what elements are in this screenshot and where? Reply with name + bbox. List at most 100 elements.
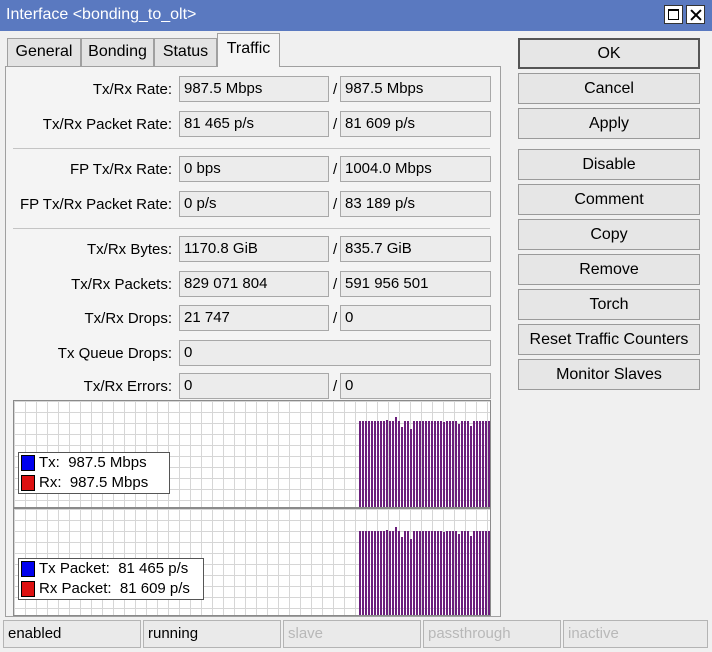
maximize-icon[interactable] <box>664 5 683 24</box>
fp-tx-packet-rate-field: 0 p/s <box>179 191 329 217</box>
divider <box>13 228 490 229</box>
tab-traffic[interactable]: Traffic <box>217 33 280 67</box>
interface-window: Interface <bonding_to_olt> General Bondi… <box>0 0 712 652</box>
tx-queue-drops-label: Tx Queue Drops: <box>57 345 172 362</box>
rate-graph-legend: Tx: 987.5 Mbps Rx: 987.5 Mbps <box>18 452 170 494</box>
copy-button[interactable]: Copy <box>518 219 700 250</box>
graph-bar <box>377 421 379 507</box>
legend-rx-packet-label: Rx Packet: <box>39 580 112 597</box>
graph-bar <box>428 421 430 507</box>
traffic-rate-graph: Tx: 987.5 Mbps Rx: 987.5 Mbps <box>13 400 491 508</box>
txrx-errors-label: Tx/Rx Errors: <box>83 378 172 395</box>
comment-button[interactable]: Comment <box>518 184 700 215</box>
rx-bytes-field: 835.7 GiB <box>340 236 491 262</box>
graph-bar <box>443 422 445 507</box>
tx-errors-field: 0 <box>179 373 329 399</box>
tx-color-swatch <box>21 455 35 471</box>
reset-traffic-counters-button[interactable]: Reset Traffic Counters <box>518 324 700 355</box>
graph-bar <box>479 421 481 507</box>
graph-bar <box>362 531 364 615</box>
title-bar[interactable]: Interface <bonding_to_olt> <box>0 0 712 31</box>
legend-tx-label: Tx: <box>39 454 60 471</box>
graph-bar <box>458 424 460 507</box>
graph-bar <box>410 539 412 615</box>
graph-bar <box>473 421 475 507</box>
close-icon[interactable] <box>686 5 705 24</box>
cancel-button[interactable]: Cancel <box>518 73 700 104</box>
graph-bar <box>452 531 454 615</box>
tx-packet-rate-field: 81 465 p/s <box>179 111 329 137</box>
graph-bar <box>401 537 403 615</box>
disable-button[interactable]: Disable <box>518 149 700 180</box>
graph-bar <box>386 420 388 507</box>
graph-bar <box>437 531 439 615</box>
graph-bar <box>389 421 391 507</box>
packet-graph-legend: Tx Packet: 81 465 p/s Rx Packet: 81 609 … <box>18 558 204 600</box>
graph-bar <box>488 421 490 507</box>
status-slave: slave <box>283 620 421 648</box>
graph-bar <box>368 421 370 507</box>
tx-bytes-field: 1170.8 GiB <box>179 236 329 262</box>
graph-bar <box>464 531 466 615</box>
txrx-rate-label: Tx/Rx Rate: <box>92 81 172 98</box>
rx-packets-field: 591 956 501 <box>340 271 491 297</box>
graph-bar <box>485 531 487 615</box>
apply-button[interactable]: Apply <box>518 108 700 139</box>
graph-bar <box>374 421 376 507</box>
graph-bar <box>416 531 418 615</box>
separator-slash: / <box>333 276 338 293</box>
graph-bar <box>389 531 391 615</box>
graph-bar <box>383 531 385 615</box>
graph-bar <box>446 421 448 507</box>
txrx-bytes-label: Tx/Rx Bytes: <box>86 241 172 258</box>
rx-color-swatch <box>21 475 35 491</box>
graph-bar <box>434 531 436 615</box>
graph-bar <box>467 421 469 507</box>
tab-bonding[interactable]: Bonding <box>81 38 154 66</box>
legend-tx-packet-label: Tx Packet: <box>39 560 110 577</box>
graph-bar <box>365 531 367 615</box>
status-running: running <box>143 620 281 648</box>
graph-bar <box>440 421 442 507</box>
tx-drops-field: 21 747 <box>179 305 329 331</box>
graph-bar <box>383 421 385 507</box>
separator-slash: / <box>333 116 338 133</box>
graph-bar <box>380 421 382 507</box>
divider <box>13 148 490 149</box>
graph-bar <box>407 531 409 615</box>
graph-bar <box>419 531 421 615</box>
graph-bar <box>425 531 427 615</box>
tx-color-swatch <box>21 561 35 577</box>
graph-bar <box>410 429 412 507</box>
graph-bar <box>377 531 379 615</box>
graph-bar <box>368 531 370 615</box>
torch-button[interactable]: Torch <box>518 289 700 320</box>
graph-bar <box>461 421 463 507</box>
graph-bar <box>380 531 382 615</box>
ok-button[interactable]: OK <box>518 38 700 69</box>
tab-general[interactable]: General <box>7 38 81 66</box>
graph-bar <box>434 421 436 507</box>
status-inactive: inactive <box>563 620 708 648</box>
graph-bar <box>392 531 394 615</box>
graph-bar <box>386 530 388 615</box>
graph-bar <box>437 421 439 507</box>
legend-rx-label: Rx: <box>39 474 62 491</box>
remove-button[interactable]: Remove <box>518 254 700 285</box>
graph-bar <box>473 531 475 615</box>
monitor-slaves-button[interactable]: Monitor Slaves <box>518 359 700 390</box>
graph-bar <box>359 421 361 507</box>
graph-bar <box>449 531 451 615</box>
tab-status[interactable]: Status <box>154 38 217 66</box>
graph-bar <box>482 421 484 507</box>
rx-color-swatch <box>21 581 35 597</box>
graph-bar <box>425 421 427 507</box>
txrx-drops-label: Tx/Rx Drops: <box>84 310 172 327</box>
graph-bar <box>470 536 472 615</box>
fp-tx-rate-field: 0 bps <box>179 156 329 182</box>
txrx-packet-rate-label: Tx/Rx Packet Rate: <box>42 116 172 133</box>
graph-bar <box>413 421 415 507</box>
graph-bar <box>455 421 457 507</box>
graph-bar <box>413 531 415 615</box>
tx-queue-drops-field: 0 <box>179 340 491 366</box>
